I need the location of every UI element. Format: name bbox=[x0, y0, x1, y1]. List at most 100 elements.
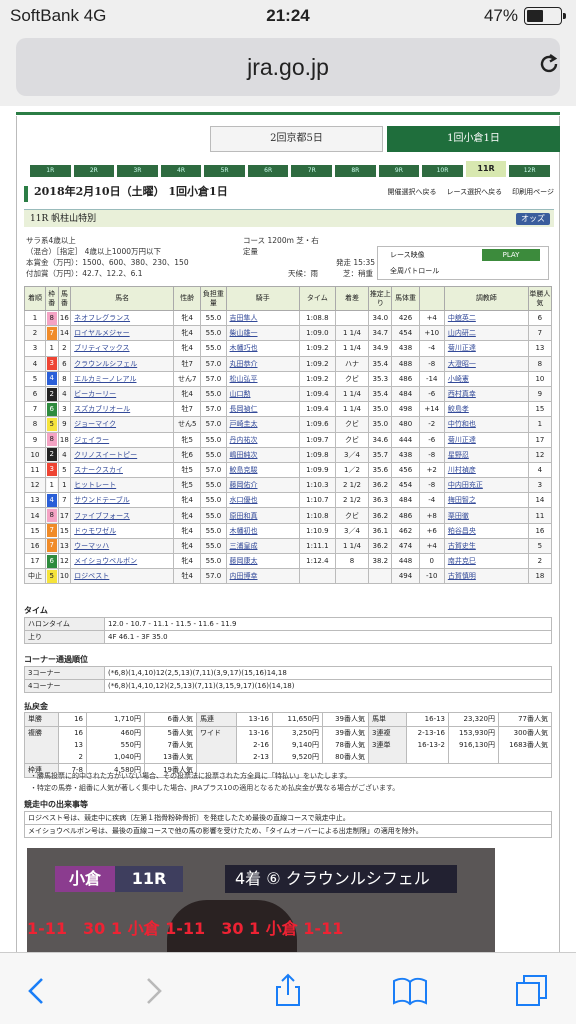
cell-trainer[interactable]: 中内田充正 bbox=[443, 477, 529, 494]
cell-sex-age: 牝4 bbox=[173, 537, 202, 555]
cell-trainer[interactable]: 古賀慎明 bbox=[443, 568, 529, 585]
cell-jockey[interactable]: 戸崎圭太 bbox=[225, 416, 301, 433]
sanren-nums: 2-13-16 16-13-2 bbox=[406, 726, 449, 764]
race-name: 11R 帆柱山特別 bbox=[30, 214, 97, 224]
cell-horse-name[interactable]: ドゥモワゼル bbox=[70, 522, 175, 539]
race-video-frame[interactable]: 小倉 11R 4着 ⑥ クラウンルシフェル 1-11 30 1 小倉 1-11 … bbox=[27, 848, 495, 952]
bookmarks-icon[interactable] bbox=[392, 973, 428, 1009]
cell-horse-name[interactable]: サウンドテーブル bbox=[70, 492, 175, 509]
forward-icon[interactable] bbox=[136, 973, 172, 1009]
cell-trainer[interactable]: 西村真幸 bbox=[443, 385, 529, 403]
play-button[interactable]: PLAY bbox=[482, 249, 540, 261]
cell-jockey[interactable]: 嶋田純次 bbox=[225, 446, 301, 463]
cell-trainer[interactable]: 栗田徹 bbox=[443, 507, 529, 524]
cell-waku: 8 bbox=[45, 431, 59, 448]
cell-jockey[interactable]: 柴山雄一 bbox=[225, 325, 301, 342]
cell-jockey[interactable]: 長岡禎仁 bbox=[225, 401, 301, 418]
cell-jockey[interactable]: 木幡初也 bbox=[225, 522, 301, 539]
cell-jockey[interactable]: 丸田恭介 bbox=[225, 355, 301, 372]
cell-trainer[interactable]: 菊川正達 bbox=[443, 431, 529, 448]
cell-jockey[interactable]: 藤岡佑介 bbox=[225, 477, 301, 494]
cell-jockey[interactable]: 藤岡康太 bbox=[225, 552, 301, 570]
cell-last3f: 36.2 bbox=[368, 507, 393, 524]
cell-horse-name[interactable]: ロイヤルメジャー bbox=[70, 325, 175, 342]
cell-horse-name[interactable]: ジェイラー bbox=[70, 431, 175, 448]
patrol-video-row[interactable]: 全周パトロール bbox=[378, 263, 548, 279]
cell-weight-change: -6 bbox=[418, 385, 445, 403]
cell-jockey[interactable]: 鮫島克駿 bbox=[225, 461, 301, 479]
back-icon[interactable] bbox=[18, 973, 54, 1009]
cell-last3f: 36.3 bbox=[368, 492, 393, 509]
cell-horse-name[interactable]: スナークスカイ bbox=[70, 461, 175, 479]
race-tab[interactable]: 1R bbox=[30, 165, 71, 177]
meeting-tab-kokura[interactable]: 1回小倉1日 bbox=[387, 126, 560, 152]
cell-trainer[interactable]: 中舘英二 bbox=[443, 309, 529, 327]
cell-horse-name[interactable]: ヒットレート bbox=[70, 477, 175, 494]
cell-jockey[interactable]: 山口勲 bbox=[225, 385, 301, 403]
cell-horse-name[interactable]: メイショウベルボン bbox=[70, 552, 175, 570]
cell-jockey[interactable]: 吉田隼人 bbox=[225, 309, 301, 327]
cell-time: 1:09.4 bbox=[299, 385, 336, 403]
cell-trainer[interactable]: 粕谷昌央 bbox=[443, 522, 529, 539]
cell-horse-name[interactable]: ロジベスト bbox=[70, 568, 175, 585]
race-tab[interactable]: 3R bbox=[117, 165, 158, 177]
cell-trainer[interactable]: 山内研二 bbox=[443, 325, 529, 342]
cell-jockey[interactable]: 松山弘平 bbox=[225, 370, 301, 387]
cell-horse-name[interactable]: エルカミーノレアル bbox=[70, 370, 175, 387]
sanrentan-pop: 1683番人気 bbox=[509, 741, 548, 749]
race-tab[interactable]: 9R bbox=[378, 165, 420, 177]
result-row: 15 7 15 ドゥモワゼル 牝4 55.0 木幡初也 1:10.9 3／4 36.1 462 +6 粕… bbox=[24, 522, 553, 539]
cell-jockey[interactable]: 丹内祐次 bbox=[225, 431, 301, 448]
cell-horse-name[interactable]: ブリティマックス bbox=[70, 340, 175, 357]
cell-trainer[interactable]: 中竹和也 bbox=[443, 416, 529, 433]
col-popularity: 単勝人気 bbox=[527, 286, 553, 311]
cell-trainer[interactable]: 小崎憲 bbox=[443, 370, 529, 387]
cell-horse-name[interactable]: クラウンルシフェル bbox=[70, 355, 175, 372]
cell-trainer[interactable]: 菊川正達 bbox=[443, 340, 529, 357]
share-icon[interactable] bbox=[270, 973, 306, 1009]
cell-jockey[interactable]: 原田和真 bbox=[225, 507, 301, 524]
race-tab[interactable]: 4R bbox=[160, 165, 202, 177]
cell-trainer[interactable]: 梅田智之 bbox=[443, 492, 529, 509]
cell-trainer[interactable]: 鮫島孝 bbox=[443, 401, 529, 418]
race-tab[interactable]: 12R bbox=[509, 165, 550, 177]
cell-horse-name[interactable]: ビーカーリー bbox=[70, 385, 175, 403]
cell-jockey[interactable]: 水口優也 bbox=[225, 492, 301, 509]
race-tab[interactable]: 2R bbox=[73, 165, 115, 177]
race-tab[interactable]: 10R bbox=[422, 165, 463, 177]
cell-horse-name[interactable]: ファイブフォース bbox=[70, 507, 175, 524]
waku-badge: 3 bbox=[46, 463, 57, 477]
cell-trainer[interactable]: 川村禎彦 bbox=[443, 461, 529, 479]
back-to-meeting-link[interactable]: 開催選択へ戻る bbox=[387, 188, 436, 196]
cell-jockey[interactable]: 三浦皇成 bbox=[225, 537, 301, 555]
cell-jockey[interactable]: 木幡巧也 bbox=[225, 340, 301, 357]
address-bar[interactable]: jra.go.jp bbox=[16, 38, 560, 96]
video-rail-text: 1-11 30 1 小倉 1-11 30 1 小倉 1-11 bbox=[27, 919, 344, 938]
cell-trainer[interactable]: 星野忍 bbox=[443, 446, 529, 463]
reload-icon[interactable] bbox=[536, 51, 562, 77]
race-video-row[interactable]: レース映像 PLAY bbox=[378, 247, 548, 263]
race-tab-active[interactable]: 11R bbox=[465, 161, 507, 177]
race-tab[interactable]: 8R bbox=[335, 165, 376, 177]
race-tab[interactable]: 6R bbox=[247, 165, 289, 177]
cell-horse-name[interactable]: ウーマッハ bbox=[70, 537, 175, 555]
back-to-race-link[interactable]: レース選択へ戻る bbox=[446, 188, 502, 196]
corner4-order: (*6,8)(1,4,10,12)(2,5,13)(7,11)(3,15,9,1… bbox=[104, 679, 552, 693]
odds-button[interactable]: オッズ bbox=[516, 213, 550, 225]
cell-popularity: 13 bbox=[527, 340, 553, 357]
cell-trainer[interactable]: 大澄昭一 bbox=[443, 355, 529, 372]
tabs-icon[interactable] bbox=[514, 973, 550, 1009]
print-page-link[interactable]: 印刷用ページ bbox=[512, 188, 554, 196]
race-tab[interactable]: 5R bbox=[204, 165, 245, 177]
cell-trainer[interactable]: 南井克巳 bbox=[443, 552, 529, 570]
cell-trainer[interactable]: 古賀史生 bbox=[443, 537, 529, 555]
cell-horse-name[interactable]: ネオフレグランス bbox=[70, 309, 175, 327]
meeting-tab-kyoto[interactable]: 2回京都5日 bbox=[210, 126, 383, 152]
cell-waku: 8 bbox=[45, 309, 59, 327]
cell-waku: 5 bbox=[45, 416, 59, 433]
cell-horse-name[interactable]: クリノスイートピー bbox=[70, 446, 175, 463]
cell-jockey[interactable]: 内田博幸 bbox=[225, 568, 301, 585]
cell-horse-name[interactable]: ジョーマイク bbox=[70, 416, 175, 433]
race-tab[interactable]: 7R bbox=[291, 165, 333, 177]
cell-horse-name[interactable]: スズカブリオール bbox=[70, 401, 175, 418]
